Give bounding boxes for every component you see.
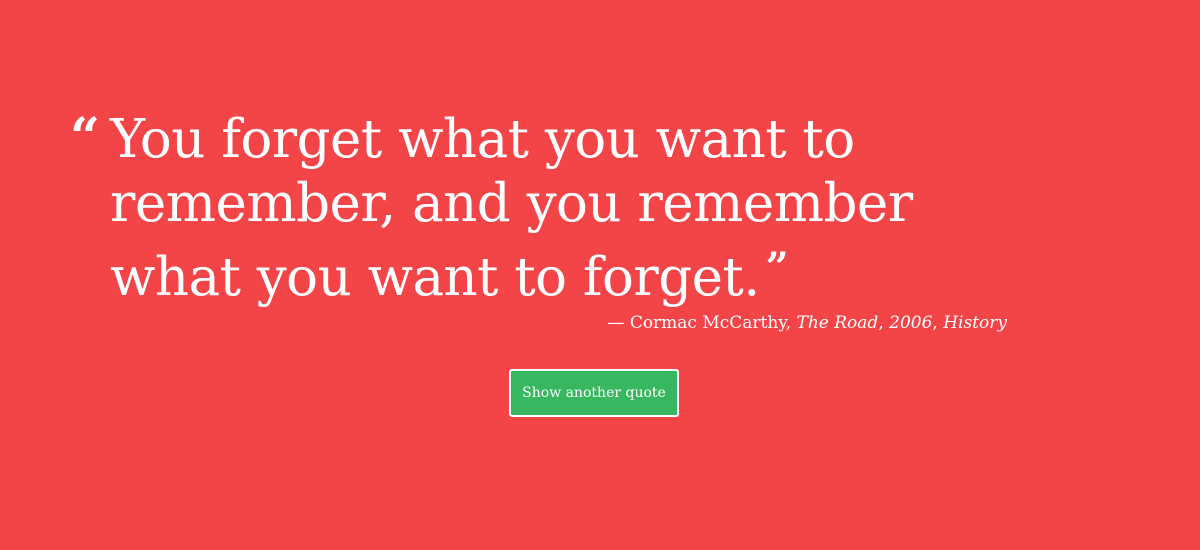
quote-text: You forget what you want to remember, an… bbox=[110, 109, 913, 308]
quote-category: History bbox=[943, 313, 1007, 333]
open-quote-icon: “ bbox=[70, 107, 100, 168]
quote-attribution: — Cormac McCarthy, The Road, 2006, Histo… bbox=[607, 313, 1007, 333]
attribution-dash: — bbox=[607, 313, 625, 333]
quote-author: Cormac McCarthy bbox=[629, 313, 786, 333]
quote-page: “ You forget what you want to remember, … bbox=[0, 0, 1200, 550]
show-another-quote-button[interactable]: Show another quote bbox=[509, 369, 679, 417]
quote-text-container: You forget what you want to remember, an… bbox=[110, 108, 1045, 310]
close-quote-icon: ” bbox=[765, 244, 789, 291]
quote-year: 2006 bbox=[889, 313, 933, 333]
quote-work: The Road bbox=[796, 313, 879, 333]
